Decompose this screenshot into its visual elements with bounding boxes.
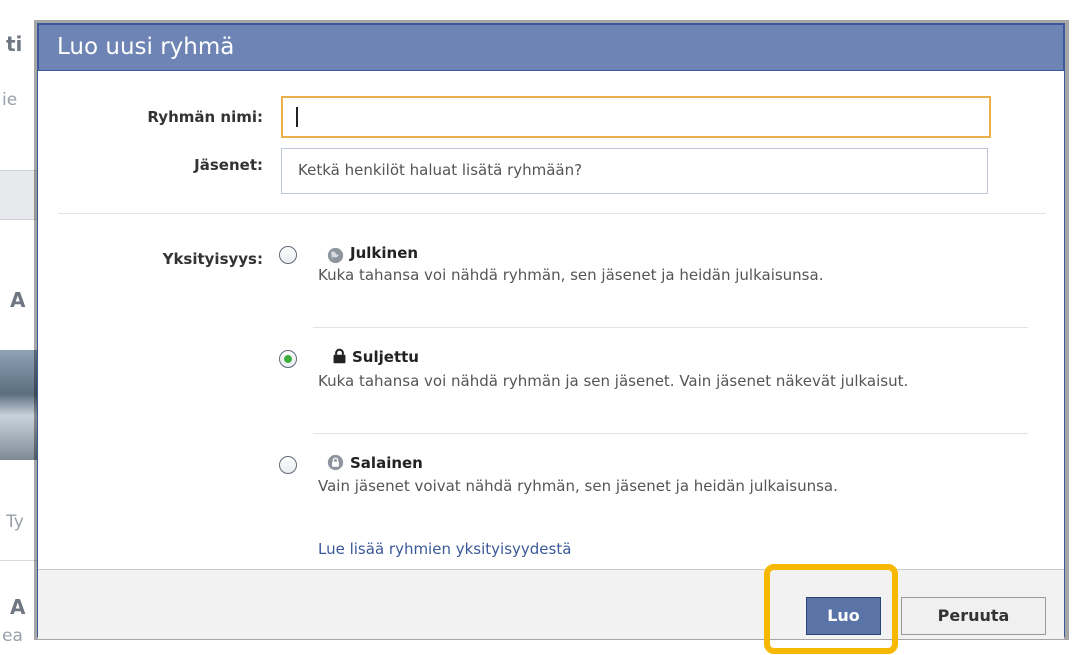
background-text: A xyxy=(10,595,26,619)
globe-icon xyxy=(327,247,344,264)
dialog-footer: Luo Peruuta xyxy=(38,569,1064,639)
members-placeholder: Ketkä henkilöt haluat lisätä ryhmään? xyxy=(298,161,583,179)
option-title-public: Julkinen xyxy=(350,244,419,262)
group-name-input[interactable] xyxy=(281,96,991,138)
section-divider xyxy=(58,213,1046,214)
group-name-label: Ryhmän nimi: xyxy=(147,108,263,126)
background-text: ti xyxy=(6,32,23,56)
dialog-header: Luo uusi ryhmä xyxy=(38,24,1064,71)
members-label: Jäsenet: xyxy=(194,156,263,174)
option-title-closed: Suljettu xyxy=(352,348,419,366)
radio-secret[interactable] xyxy=(279,456,297,474)
option-title-secret: Salainen xyxy=(350,454,423,472)
highlight-box xyxy=(764,564,898,654)
create-group-dialog: Luo uusi ryhmä Ryhmän nimi: Jäsenet: Ket… xyxy=(37,23,1065,639)
background-text: Ty xyxy=(6,512,24,532)
option-desc-closed: Kuka tahansa voi nähdä ryhmän ja sen jäs… xyxy=(318,372,909,390)
option-desc-public: Kuka tahansa voi nähdä ryhmän, sen jäsen… xyxy=(318,266,824,284)
lock-icon xyxy=(333,348,346,364)
privacy-label: Yksityisyys: xyxy=(162,250,263,268)
dialog-title: Luo uusi ryhmä xyxy=(57,34,235,60)
cancel-button[interactable]: Peruuta xyxy=(901,597,1046,635)
option-divider xyxy=(313,327,1028,328)
radio-public[interactable] xyxy=(279,246,297,264)
background-text: A xyxy=(10,288,26,312)
option-divider xyxy=(313,433,1028,434)
option-desc-secret: Vain jäsenet voivat nähdä ryhmän, sen jä… xyxy=(318,477,838,495)
background-text: ea xyxy=(2,626,23,646)
text-caret xyxy=(296,107,298,127)
members-input[interactable]: Ketkä henkilöt haluat lisätä ryhmään? xyxy=(281,148,988,194)
radio-closed[interactable] xyxy=(279,350,297,368)
secret-lock-icon xyxy=(327,454,344,471)
learn-more-link[interactable]: Lue lisää ryhmien yksityisyydestä xyxy=(318,540,571,558)
background-text: ie xyxy=(2,90,18,110)
